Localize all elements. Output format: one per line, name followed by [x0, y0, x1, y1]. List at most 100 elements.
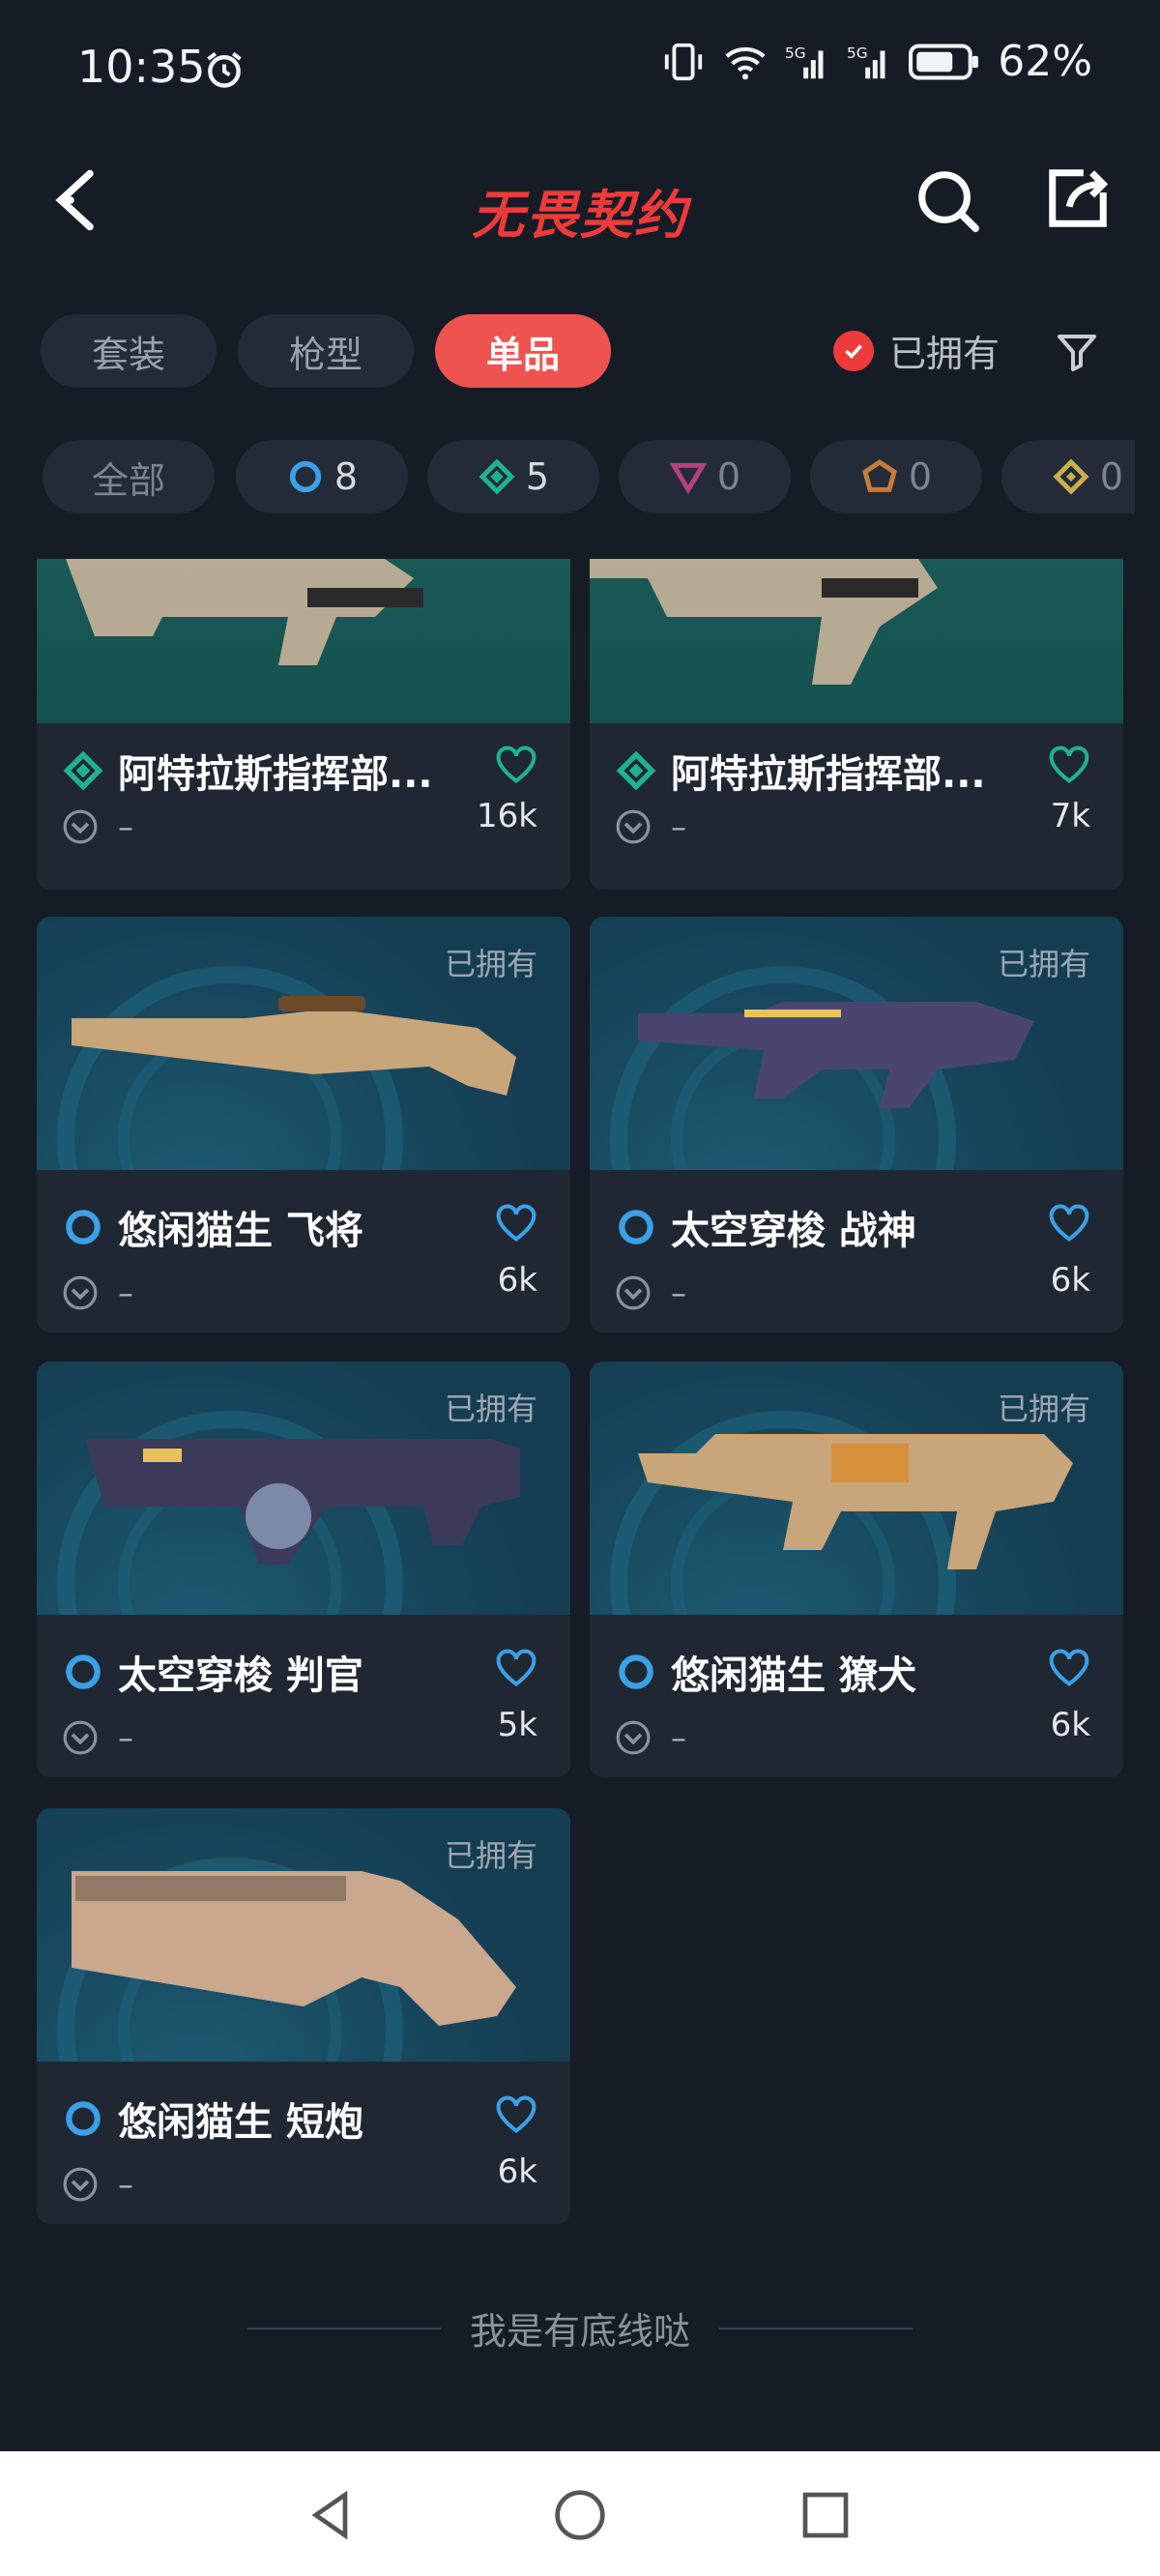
svg-text:5G: 5G — [847, 44, 868, 62]
item-title: 阿特拉斯指挥部... — [671, 752, 986, 797]
divider — [719, 2327, 913, 2329]
rarity-chip-select[interactable]: 8 — [236, 440, 408, 513]
heart-icon[interactable] — [495, 1203, 537, 1244]
owned-filter-label: 已拥有 — [889, 333, 1000, 375]
heart-icon[interactable] — [495, 2094, 537, 2135]
owned-tag: 已拥有 — [444, 1390, 537, 1427]
item-card[interactable]: 已拥有 悠闲猫生 飞将 – 6k — [37, 917, 570, 1332]
rarity-chip-count: 0 — [908, 455, 933, 498]
level-badge-icon — [63, 1275, 98, 1310]
rarity-chip-count: 0 — [716, 455, 741, 498]
item-subtext: – — [118, 1719, 133, 1756]
weapon-image — [37, 559, 570, 723]
owned-tag: 已拥有 — [997, 946, 1090, 982]
nav-back-icon[interactable] — [304, 2488, 359, 2542]
owned-tag: 已拥有 — [444, 1837, 537, 1874]
svg-text:5G: 5G — [785, 44, 806, 62]
rarity-chip-exclusive[interactable]: 0 — [810, 440, 982, 513]
tab-weapon-type[interactable]: 枪型 — [238, 314, 414, 388]
nav-home-icon[interactable] — [553, 2488, 607, 2542]
owned-tag: 已拥有 — [997, 1390, 1090, 1427]
rarity-chip-deluxe[interactable]: 5 — [427, 440, 599, 513]
rarity-chip-all[interactable]: 全部 — [43, 440, 215, 513]
item-card[interactable]: 已拥有 悠闲猫生 獠犬 – 6k — [590, 1361, 1123, 1777]
heart-icon[interactable] — [495, 1648, 537, 1688]
level-badge-icon — [616, 1275, 651, 1310]
item-subtext: – — [118, 2166, 133, 2203]
level-badge-icon — [63, 809, 98, 844]
select-tier-icon — [289, 460, 322, 493]
signal-5g-icon-2: 5G — [847, 44, 885, 78]
like-count: 6k — [497, 2152, 537, 2191]
owned-filter-toggle[interactable]: 已拥有 — [833, 324, 1000, 377]
top-nav: 无畏契约 — [0, 145, 1160, 261]
status-bar: 10:35 5G 5G 62% — [0, 0, 1160, 145]
deluxe-tier-icon — [478, 458, 515, 495]
like-count: 6k — [1050, 1706, 1090, 1744]
item-card[interactable]: 已拥有 太空穿梭 判官 – 5k — [37, 1361, 570, 1777]
item-title: 阿特拉斯指挥部... — [118, 752, 433, 797]
tab-set[interactable]: 套装 — [41, 314, 217, 388]
vibrate-icon — [665, 43, 703, 80]
item-card[interactable]: 已拥有 太空穿梭 战神 – 6k — [590, 917, 1123, 1332]
rarity-chip-premium[interactable]: 0 — [619, 440, 791, 513]
select-tier-icon — [66, 2101, 101, 2136]
level-badge-icon — [63, 1720, 98, 1755]
page-title: 无畏契约 — [472, 185, 688, 246]
level-badge-icon — [63, 2167, 98, 2202]
owned-tag: 已拥有 — [444, 946, 537, 982]
item-subtext: – — [118, 808, 133, 845]
status-icons: 5G 5G 62% — [661, 37, 1092, 86]
deluxe-tier-icon — [63, 750, 103, 791]
item-subtext: – — [671, 1274, 686, 1311]
end-of-list: 我是有底线哒 — [0, 2301, 1160, 2355]
battery-icon — [909, 44, 979, 79]
wifi-icon — [725, 46, 766, 79]
premium-tier-icon — [669, 462, 708, 495]
heart-icon[interactable] — [1048, 745, 1090, 785]
level-badge-icon — [616, 1720, 651, 1755]
item-grid: 阿特拉斯指挥部... – 16k 阿特拉斯指挥部... – 7k 已拥有 悠闲猫… — [37, 559, 1125, 2251]
battery-percent: 62% — [998, 37, 1092, 86]
heart-icon[interactable] — [1048, 1648, 1090, 1688]
signal-5g-icon: 5G — [785, 44, 824, 78]
tab-single-item[interactable]: 单品 — [435, 314, 611, 388]
nav-recents-icon[interactable] — [798, 2488, 853, 2542]
select-tier-icon — [66, 1210, 101, 1244]
item-title: 悠闲猫生 飞将 — [118, 1209, 363, 1253]
ultra-tier-icon — [1053, 458, 1089, 495]
rarity-chip-count: 5 — [525, 455, 550, 498]
divider — [246, 2327, 441, 2329]
like-count: 5k — [497, 1706, 537, 1744]
heart-icon[interactable] — [1048, 1203, 1090, 1244]
like-count: 7k — [1050, 797, 1090, 835]
select-tier-icon — [66, 1654, 101, 1689]
weapon-image — [590, 559, 1123, 723]
search-icon[interactable] — [914, 166, 981, 234]
like-count: 6k — [497, 1261, 537, 1300]
end-of-list-text: 我是有底线哒 — [469, 2310, 690, 2353]
share-icon[interactable] — [1044, 164, 1112, 232]
item-card[interactable]: 已拥有 悠闲猫生 短炮 – 6k — [37, 1808, 570, 2224]
category-tabs: 套装 枪型 单品 — [41, 314, 611, 388]
rarity-filter-row: 全部 8 5 0 0 0 — [43, 440, 1135, 517]
item-subtext: – — [671, 808, 686, 845]
status-time: 10:35 — [77, 41, 206, 93]
like-count: 16k — [477, 797, 537, 835]
item-subtext: – — [118, 1274, 133, 1311]
deluxe-tier-icon — [616, 750, 656, 791]
rarity-chip-count: 8 — [334, 455, 359, 498]
item-card[interactable]: 阿特拉斯指挥部... – 7k — [590, 559, 1123, 890]
item-card[interactable]: 阿特拉斯指挥部... – 16k — [37, 559, 570, 890]
rarity-chip-ultra[interactable]: 0 — [1001, 440, 1135, 513]
select-tier-icon — [619, 1210, 653, 1244]
item-title: 太空穿梭 战神 — [671, 1209, 916, 1253]
rarity-chip-count: 0 — [1099, 455, 1124, 498]
filter-icon[interactable] — [1054, 329, 1100, 375]
item-subtext: – — [671, 1719, 686, 1756]
heart-icon[interactable] — [495, 745, 537, 785]
alarm-icon — [207, 51, 242, 88]
level-badge-icon — [616, 809, 651, 844]
weapon-skin-image — [590, 559, 938, 685]
exclusive-tier-icon — [862, 458, 897, 492]
